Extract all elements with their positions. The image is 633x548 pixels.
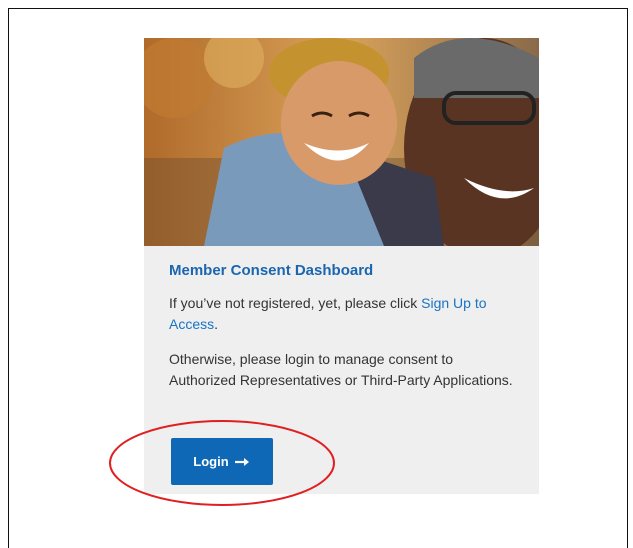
login-button[interactable]: Login: [171, 438, 273, 485]
arrow-right-icon: [234, 457, 249, 466]
login-button-label: Login: [193, 454, 229, 469]
card-title: Member Consent Dashboard: [169, 262, 374, 279]
card-body: Member Consent Dashboard If you’ve not r…: [169, 262, 514, 405]
register-intro-end: .: [214, 316, 219, 332]
register-text: If you’ve not registered, yet, please cl…: [169, 293, 514, 335]
hero-image: [144, 38, 539, 246]
register-intro: If you’ve not registered, yet, please cl…: [169, 295, 422, 311]
login-instructions: Otherwise, please login to manage consen…: [169, 351, 513, 388]
hero-photo: [144, 38, 539, 246]
consent-card: Member Consent Dashboard If you’ve not r…: [144, 38, 539, 494]
